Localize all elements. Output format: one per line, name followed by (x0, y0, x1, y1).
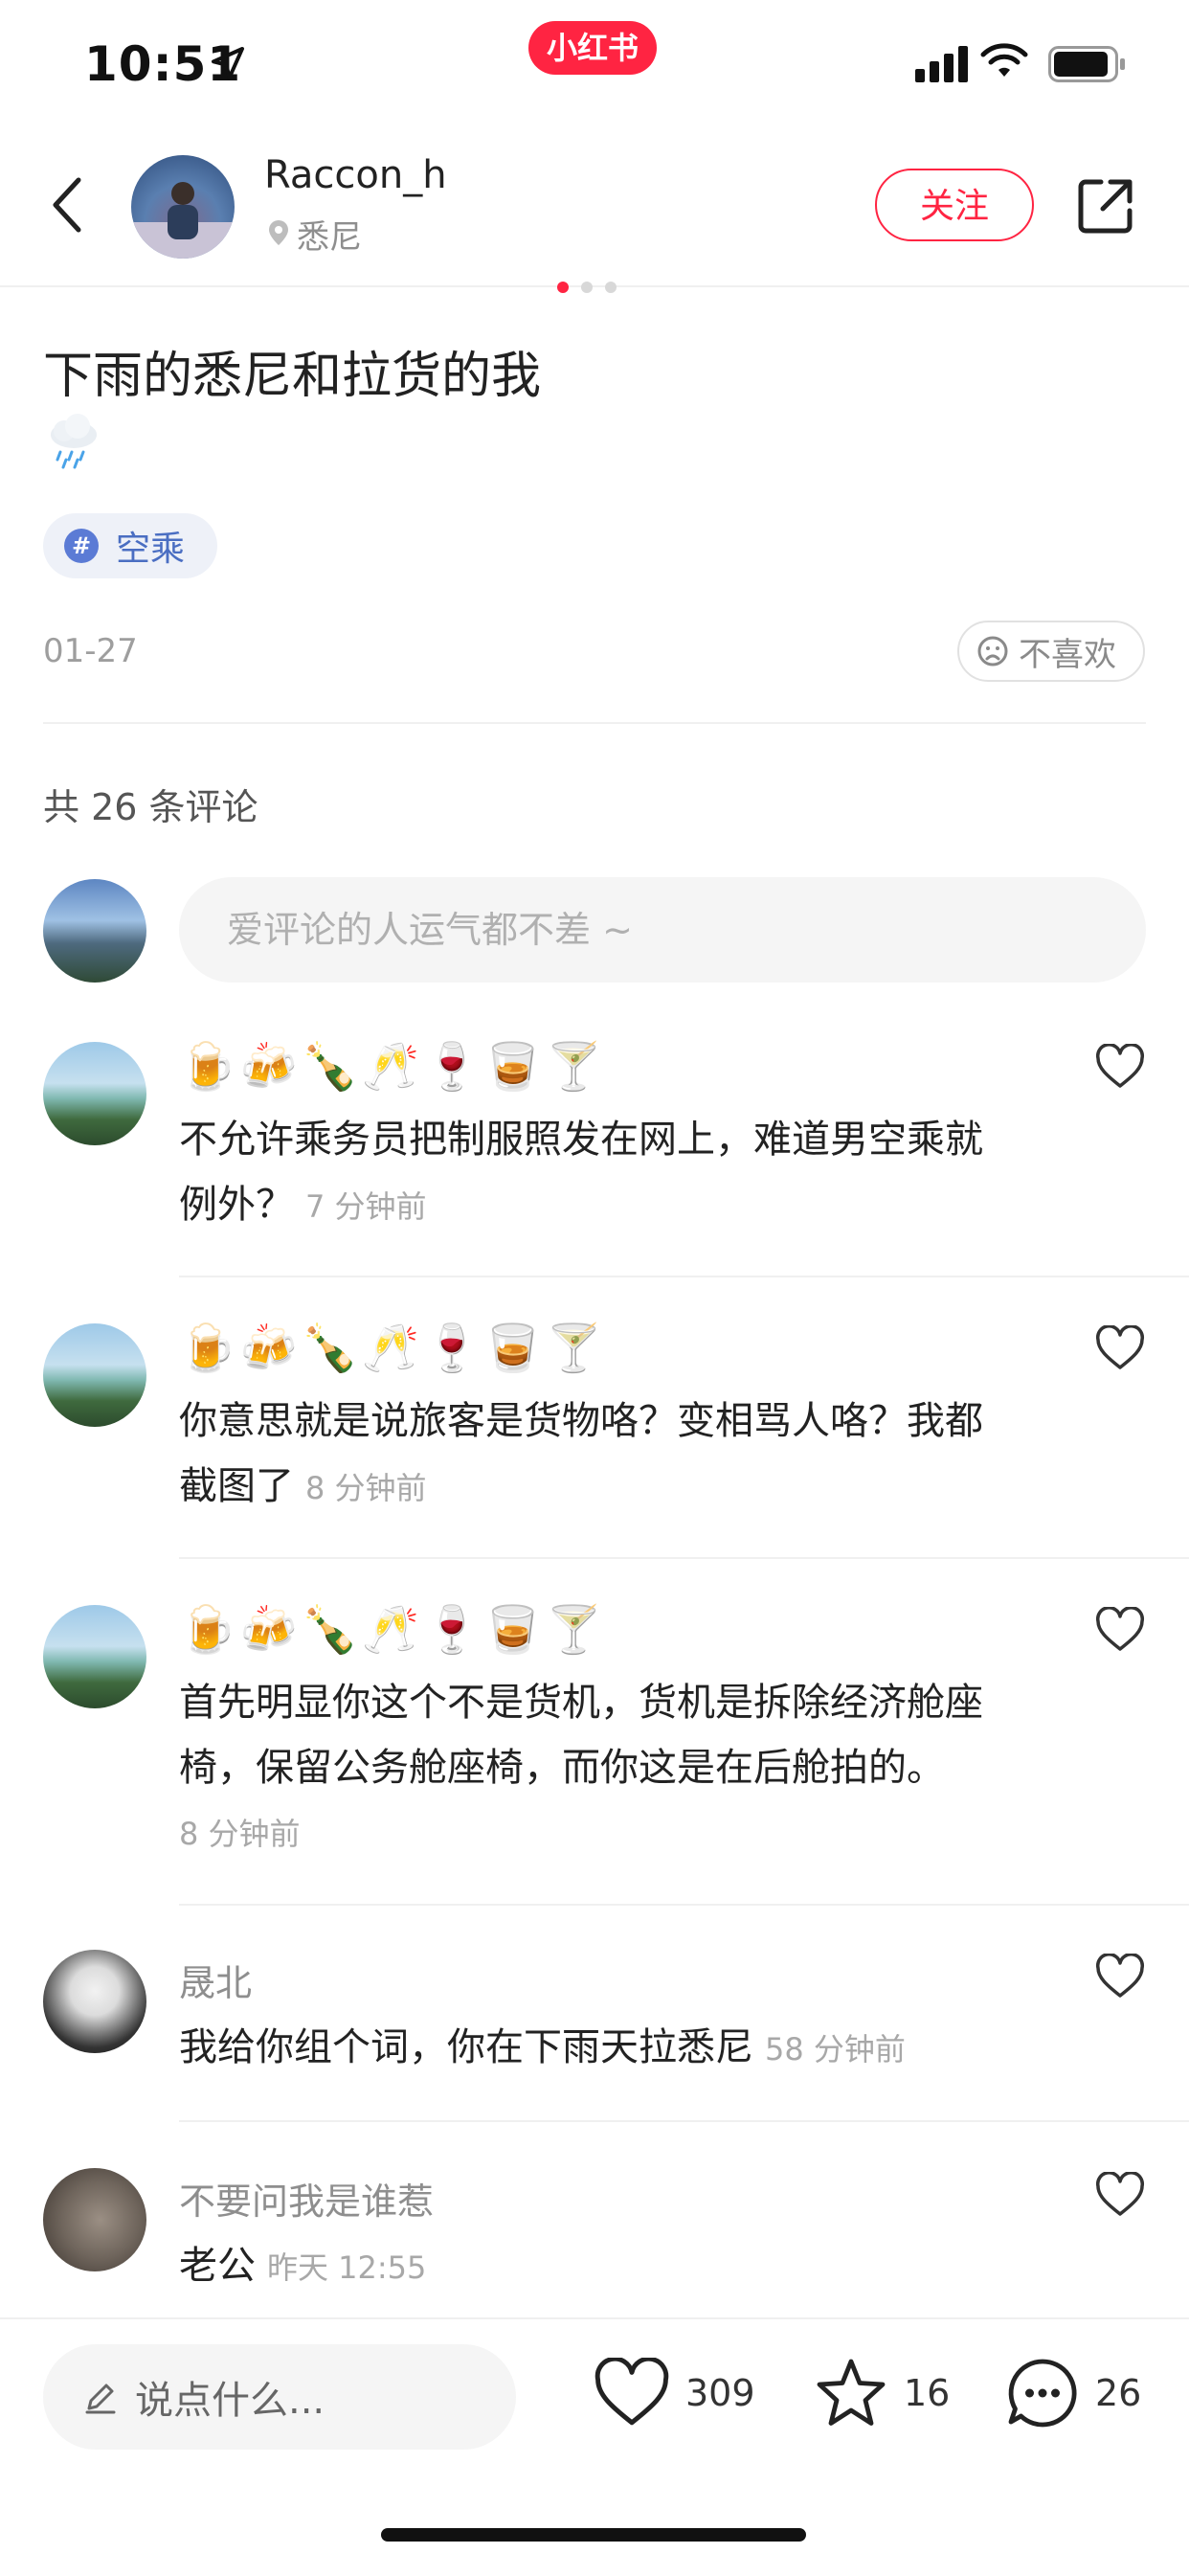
comment-time: 7 分钟前 (305, 1188, 427, 1225)
comment-time: 昨天 12:55 (267, 2249, 427, 2286)
comment-text: 首先明显你这个不是货机，货机是拆除经济舱座 椅，保留公务舱座椅，而你这是在后舱拍… (179, 1670, 1060, 1800)
topic-tag-label: 空乘 (116, 530, 186, 569)
comments-count: 共 26 条评论 (43, 786, 258, 828)
author-location: 悉尼 (297, 218, 362, 257)
say-something-input[interactable]: 说点什么... (43, 2344, 516, 2450)
comment-text: 你意思就是说旅客是货物咯？变相骂人咯？我都 截图了 8 分钟前 (179, 1389, 1060, 1521)
note-date: 01-27 (43, 632, 138, 670)
heart-icon[interactable] (1095, 1325, 1145, 1371)
my-avatar (43, 879, 146, 983)
hashtag-icon: # (64, 529, 99, 563)
comment-divider (179, 1904, 1189, 1906)
comment-button[interactable]: 26 (1005, 2356, 1141, 2430)
heart-icon (594, 2358, 669, 2426)
pencil-icon (85, 2384, 116, 2414)
commenter-name[interactable]: 🍺🍻🍾🥂🍷🥃🍸 (179, 1038, 606, 1096)
comment-text-line: 我给你组个词，你在下雨天拉悉尼 (179, 2025, 753, 2069)
heart-icon[interactable] (1095, 1607, 1145, 1653)
image-page-indicator (557, 282, 617, 293)
comment-text-line: 例外？ (179, 1183, 294, 1227)
comment-text-line: 截图了 (179, 1464, 294, 1508)
commenter-name[interactable]: 不要问我是谁惹 (179, 2172, 434, 2225)
comment-text-line: 老公 (179, 2244, 256, 2288)
share-icon[interactable] (1076, 176, 1135, 236)
heart-icon[interactable] (1095, 2172, 1145, 2218)
comment-time: 58 分钟前 (765, 2031, 906, 2068)
like-button[interactable]: 309 (594, 2358, 755, 2429)
battery-icon (1048, 46, 1125, 82)
commenter-avatar[interactable] (43, 1950, 146, 2053)
comment-divider (179, 1557, 1189, 1559)
commenter-avatar[interactable] (43, 1323, 146, 1427)
note-title: 下雨的悉尼和拉货的我 (43, 348, 542, 405)
home-indicator (381, 2528, 806, 2542)
comment-count: 26 (1095, 2372, 1142, 2414)
author-avatar[interactable] (131, 155, 235, 259)
comment-text-line: 不允许乘务员把制服照发在网上，难道男空乘就 (179, 1118, 983, 1162)
heart-icon[interactable] (1095, 1044, 1145, 1090)
commenter-avatar[interactable] (43, 1605, 146, 1708)
app-badge: 小红书 (528, 21, 657, 75)
comment-divider (179, 2120, 1189, 2122)
comment-time: 8 分钟前 (305, 1470, 427, 1506)
comment-text-line: 椅，保留公务舱座椅，而你这是在后舱拍的。 (179, 1746, 945, 1790)
author-username[interactable]: Raccon_h (264, 153, 447, 197)
comment-icon (1008, 2359, 1077, 2428)
location-arrow-icon (212, 47, 244, 79)
commenter-name[interactable]: 🍺🍻🍾🥂🍷🥃🍸 (179, 1320, 606, 1377)
comment-text: 我给你组个词，你在下雨天拉悉尼 58 分钟前 (179, 2015, 1060, 2082)
commenter-avatar[interactable] (43, 1042, 146, 1145)
commenter-name[interactable]: 🍺🍻🍾🥂🍷🥃🍸 (179, 1601, 606, 1659)
heart-icon[interactable] (1095, 1954, 1145, 2000)
signal-icon (915, 46, 968, 82)
star-icon (817, 2359, 886, 2426)
commenter-name[interactable]: 晟北 (179, 1954, 252, 2006)
comment-text: 不允许乘务员把制服照发在网上，难道男空乘就 例外？ 7 分钟前 (179, 1107, 1060, 1239)
comment-text: 老公 昨天 12:55 (179, 2233, 1060, 2300)
dislike-label: 不喜欢 (1019, 635, 1116, 674)
collect-count: 16 (904, 2372, 951, 2414)
like-count: 309 (685, 2372, 755, 2414)
location-pin-icon (269, 220, 288, 245)
follow-button[interactable]: 关注 (875, 169, 1034, 241)
comment-text-line: 你意思就是说旅客是货物咯？变相骂人咯？我都 (179, 1399, 983, 1443)
comment-time: 8 分钟前 (179, 1816, 301, 1852)
comment-text-line: 首先明显你这个不是货机，货机是拆除经济舱座 (179, 1681, 983, 1725)
rain-cloud-icon (51, 414, 97, 469)
comment-divider (179, 1276, 1189, 1277)
back-icon[interactable] (48, 174, 86, 236)
commenter-avatar[interactable] (43, 2168, 146, 2271)
topic-tag[interactable]: # 空乘 (43, 513, 218, 578)
say-something-placeholder: 说点什么... (135, 2379, 325, 2423)
dislike-button[interactable]: 不喜欢 (957, 621, 1145, 682)
content-divider (43, 722, 1146, 724)
comment-input[interactable] (179, 877, 1146, 983)
collect-button[interactable]: 16 (814, 2356, 950, 2430)
sad-face-icon (977, 636, 1008, 667)
wifi-icon (980, 43, 1028, 77)
